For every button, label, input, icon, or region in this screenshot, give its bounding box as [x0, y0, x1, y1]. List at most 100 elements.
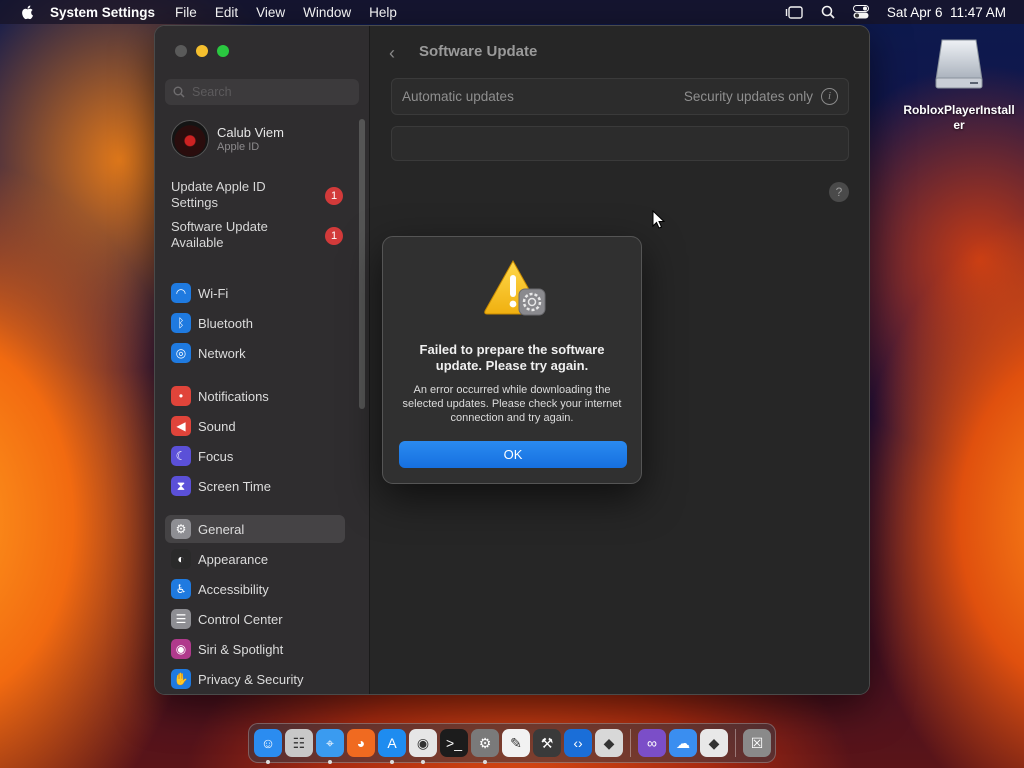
- sidebar-item-siri-spotlight[interactable]: ◉ Siri & Spotlight: [165, 635, 345, 663]
- terminal-icon[interactable]: >_: [440, 729, 468, 757]
- vscode-icon[interactable]: ‹›: [564, 729, 592, 757]
- control-center-menu-icon[interactable]: [852, 5, 869, 19]
- sidebar-item-label: Accessibility: [198, 581, 269, 597]
- menu-edit[interactable]: Edit: [215, 5, 238, 20]
- sidebar-item-label: Siri & Spotlight: [198, 641, 284, 657]
- sidebar-item-general[interactable]: ⚙ General: [165, 515, 345, 543]
- running-indicator: [328, 760, 332, 764]
- app-name-menu[interactable]: System Settings: [50, 5, 155, 20]
- wifi-icon: ◠: [171, 283, 191, 303]
- speaker-icon: ◀: [171, 416, 191, 436]
- zoom-window-button[interactable]: [217, 45, 229, 57]
- apple-menu-icon[interactable]: [20, 4, 36, 20]
- search-input[interactable]: [192, 85, 342, 99]
- notice-label: Software Update Available: [171, 219, 268, 250]
- minimize-window-button[interactable]: [196, 45, 208, 57]
- close-window-button[interactable]: [175, 45, 187, 57]
- desktop-item-roblox-installer[interactable]: RobloxPlayerInstaller: [900, 34, 1018, 133]
- safari-icon[interactable]: ⌖: [316, 729, 344, 764]
- accessibility-icon: ♿: [171, 579, 191, 599]
- sidebar-item-label: Control Center: [198, 611, 283, 627]
- automatic-updates-value: Security updates only: [683, 89, 813, 104]
- stage-manager-icon[interactable]: [785, 5, 803, 19]
- hourglass-icon: ⧗: [171, 476, 191, 496]
- desktop-item-label: RobloxPlayerInstaller: [903, 103, 1015, 132]
- roblox-studio-icon[interactable]: ◆: [595, 729, 623, 757]
- menubar-clock[interactable]: Sat Apr 6 11:47 AM: [887, 5, 1006, 20]
- spotlight-search-icon[interactable]: [821, 5, 835, 19]
- sidebar-item-label: Privacy & Security: [198, 671, 304, 687]
- search-icon: [173, 86, 185, 98]
- running-indicator: [421, 760, 425, 764]
- network-icon: ◎: [171, 343, 191, 363]
- launchpad-icon[interactable]: ☷: [285, 729, 313, 757]
- apple-id-account[interactable]: Calub Viem Apple ID: [171, 120, 284, 158]
- bluetooth-icon: ᛒ: [171, 313, 191, 333]
- update-status-row: [391, 126, 849, 161]
- menu-window[interactable]: Window: [303, 5, 351, 20]
- control-center-icon: ☰: [171, 609, 191, 629]
- running-indicator: [266, 760, 270, 764]
- trash-icon[interactable]: ☒: [743, 729, 771, 757]
- finder-icon[interactable]: ☺: [254, 729, 282, 764]
- icloud-drive-icon[interactable]: ☁: [669, 729, 697, 757]
- sidebar-item-label: Appearance: [198, 551, 269, 567]
- sidebar: Calub Viem Apple ID Update Apple ID Sett…: [155, 26, 370, 694]
- sidebar-item-appearance[interactable]: ◐ Appearance: [165, 545, 345, 573]
- dock: ☺ ☷ ⌖ ◕ A ◉ >_ ⚙ ✎ ⚒ ‹› ◆ ∞ ☁ ◆ ☒: [248, 723, 776, 764]
- menu-view[interactable]: View: [256, 5, 285, 20]
- sidebar-search[interactable]: [165, 79, 359, 105]
- sidebar-item-notifications[interactable]: • Notifications: [165, 382, 345, 410]
- info-icon[interactable]: i: [821, 88, 838, 105]
- dialog-message: An error occurred while downloading the …: [402, 384, 622, 424]
- window-controls: [175, 45, 229, 57]
- visual-studio-icon[interactable]: ∞: [638, 729, 666, 757]
- back-button[interactable]: ‹: [389, 43, 395, 64]
- sidebar-item-sound[interactable]: ◀ Sound: [165, 412, 345, 440]
- menu-help[interactable]: Help: [369, 5, 397, 20]
- hand-icon: ✋: [171, 669, 191, 689]
- dock-separator: [735, 729, 736, 757]
- sidebar-item-bluetooth[interactable]: ᛒ Bluetooth: [165, 309, 345, 337]
- mouse-pointer-icon: [652, 210, 666, 229]
- notification-badge: 1: [325, 187, 343, 205]
- chrome-icon[interactable]: ◉: [409, 729, 437, 764]
- sidebar-item-control-center[interactable]: ☰ Control Center: [165, 605, 345, 633]
- firefox-icon[interactable]: ◕: [347, 729, 375, 757]
- dialog-title: Failed to prepare the software update. P…: [419, 342, 605, 373]
- bell-icon: •: [171, 386, 191, 406]
- sidebar-scrollbar[interactable]: [359, 119, 365, 409]
- ok-button[interactable]: OK: [399, 441, 627, 468]
- dock-separator: [630, 729, 631, 757]
- sidebar-item-label: Bluetooth: [198, 315, 253, 331]
- sidebar-item-wi-fi[interactable]: ◠ Wi-Fi: [165, 279, 345, 307]
- error-dialog: Failed to prepare the software update. P…: [382, 236, 642, 484]
- sidebar-item-focus[interactable]: ☾ Focus: [165, 442, 345, 470]
- notice-update-apple-id[interactable]: Update Apple ID Settings 1: [171, 179, 343, 211]
- gear-icon: ⚙: [171, 519, 191, 539]
- app-store-icon[interactable]: A: [378, 729, 406, 764]
- automatic-updates-row[interactable]: Automatic updates Security updates only …: [391, 78, 849, 115]
- sidebar-item-privacy-security[interactable]: ✋ Privacy & Security: [165, 665, 345, 693]
- xcode-icon[interactable]: ⚒: [533, 729, 561, 757]
- page-title: Software Update: [419, 43, 538, 60]
- roblox-icon[interactable]: ◆: [700, 729, 728, 757]
- help-button[interactable]: ?: [829, 182, 849, 202]
- notice-label: Update Apple ID Settings: [171, 179, 266, 210]
- menu-bar: System Settings File Edit View Window He…: [0, 0, 1024, 24]
- sidebar-item-label: Sound: [198, 418, 236, 434]
- warning-icon: [484, 259, 546, 316]
- sidebar-item-screen-time[interactable]: ⧗ Screen Time: [165, 472, 345, 500]
- sidebar-item-label: Screen Time: [198, 478, 271, 494]
- sidebar-item-accessibility[interactable]: ♿ Accessibility: [165, 575, 345, 603]
- system-settings-icon[interactable]: ⚙: [471, 729, 499, 764]
- textedit-icon[interactable]: ✎: [502, 729, 530, 757]
- account-subtitle: Apple ID: [217, 141, 260, 153]
- sidebar-item-network[interactable]: ◎ Network: [165, 339, 345, 367]
- siri-icon: ◉: [171, 639, 191, 659]
- running-indicator: [483, 760, 487, 764]
- account-name: Calub Viem: [217, 125, 284, 140]
- notice-software-update[interactable]: Software Update Available 1: [171, 219, 343, 251]
- sidebar-item-label: Network: [198, 345, 246, 361]
- menu-file[interactable]: File: [175, 5, 197, 20]
